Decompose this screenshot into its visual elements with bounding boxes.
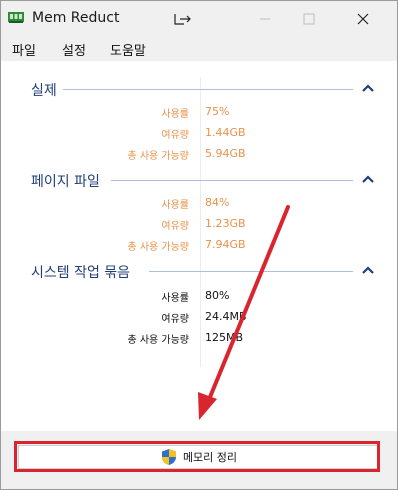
row-value: 7.94GB [205, 238, 246, 251]
row-label: 사용률 [161, 109, 189, 120]
row-label: 여유량 [161, 221, 189, 232]
menu-bar: 파일 설정 도움말 [1, 37, 397, 61]
row-label: 여유량 [161, 314, 189, 325]
row-label: 사용률 [161, 200, 189, 211]
chevron-up-icon[interactable] [361, 265, 375, 275]
memory-chip-icon [8, 12, 24, 23]
row-label: 여유량 [161, 130, 189, 141]
menu-help[interactable]: 도움말 [110, 40, 146, 59]
row-value: 1.44GB [205, 126, 246, 139]
row-value: 80% [205, 289, 230, 302]
section-title-system-working-set: 시스템 작업 묶음 [31, 262, 135, 282]
column-divider [200, 77, 201, 367]
row-value: 125MB [205, 331, 244, 344]
exit-icon[interactable] [161, 5, 205, 33]
close-button[interactable] [341, 5, 385, 33]
row-value: 5.94GB [205, 147, 246, 160]
section-divider [111, 180, 353, 181]
row-value: 24.4MB [205, 310, 247, 323]
uac-shield-icon [161, 449, 176, 465]
clean-memory-button[interactable]: 메모리 정리 [18, 445, 380, 469]
row-value: 75% [205, 105, 230, 118]
row-label: 사용률 [161, 293, 189, 304]
row-label: 총 사용 가능량 [127, 151, 189, 162]
section-title-physical: 실제 [31, 80, 61, 100]
maximize-button[interactable] [287, 5, 331, 33]
menu-settings[interactable]: 설정 [62, 40, 86, 59]
section-divider [149, 271, 353, 272]
window-title: Mem Reduct [32, 10, 120, 26]
row-value: 84% [205, 196, 230, 209]
title-bar[interactable]: Mem Reduct [1, 1, 397, 37]
minimize-button[interactable] [243, 5, 287, 33]
section-title-page-file: 페이지 파일 [31, 171, 104, 191]
row-value: 1.23GB [205, 217, 246, 230]
menu-file[interactable]: 파일 [12, 40, 36, 59]
row-label: 총 사용 가능량 [127, 242, 189, 253]
row-label: 총 사용 가능량 [127, 335, 189, 346]
app-window: Mem Reduct 파일 설정 도움말 실제 사용률 75% 여유량 1.44… [0, 0, 398, 490]
section-divider [63, 89, 353, 90]
chevron-up-icon[interactable] [361, 83, 375, 93]
clean-memory-label: 메모리 정리 [182, 451, 238, 464]
chevron-up-icon[interactable] [361, 174, 375, 184]
